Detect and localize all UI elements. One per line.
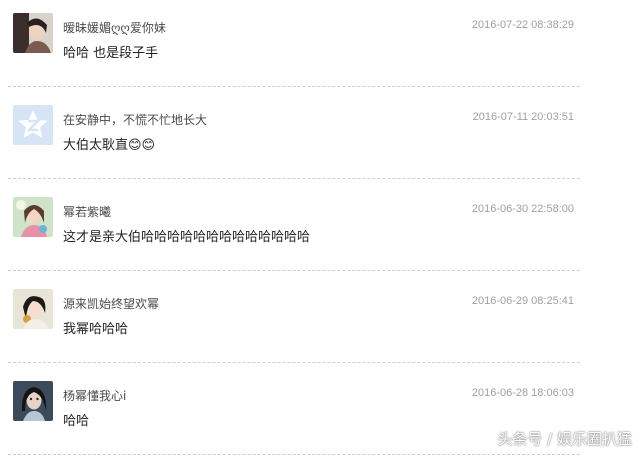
comment-text: 这才是亲大伯哈哈哈哈哈哈哈哈哈哈哈哈哈 bbox=[63, 230, 311, 245]
default-avatar-icon bbox=[13, 105, 53, 145]
watermark-text: 头条号 / 娱乐圈扒猛 bbox=[497, 430, 632, 448]
comment-time: 2016-06-28 18:06:03 bbox=[471, 387, 574, 399]
divider bbox=[8, 270, 580, 271]
comment-text: 哈哈 bbox=[63, 414, 90, 429]
divider bbox=[8, 178, 580, 179]
user-photo-avatar bbox=[13, 289, 53, 329]
comment-item: 暧昧媛媚ღღ爱你妹 2016-07-22 08:38:29 哈哈 也是段子手 bbox=[0, 0, 640, 92]
divider bbox=[8, 86, 580, 87]
avatar[interactable] bbox=[13, 289, 53, 329]
user-photo-avatar bbox=[13, 197, 53, 237]
username[interactable]: 源来凯始终望欢幂 bbox=[63, 295, 159, 312]
comment-text: 哈哈 也是段子手 bbox=[63, 46, 159, 61]
user-photo-avatar bbox=[13, 381, 53, 421]
username[interactable]: 暧昧媛媚ღღ爱你妹 bbox=[63, 19, 166, 36]
avatar[interactable] bbox=[13, 197, 53, 237]
comment-item: 在安静中，不慌不忙地长大 2016-07-11 20:03:51 大伯太耿直😊😊 bbox=[0, 92, 640, 184]
comment-time: 2016-07-11 20:03:51 bbox=[472, 111, 574, 123]
comment-item: 幂若紫曦 2016-06-30 22:58:00 这才是亲大伯哈哈哈哈哈哈哈哈哈… bbox=[0, 184, 640, 276]
comment-time: 2016-07-22 08:38:29 bbox=[471, 19, 574, 31]
avatar[interactable] bbox=[13, 381, 53, 421]
comment-text: 我幂哈哈哈 bbox=[63, 322, 129, 337]
username[interactable]: 在安静中，不慌不忙地长大 bbox=[63, 111, 207, 128]
user-photo-avatar bbox=[13, 13, 53, 53]
divider bbox=[8, 362, 580, 363]
comment-time: 2016-06-29 08:25:41 bbox=[471, 295, 574, 307]
username[interactable]: 杨幂懂我心i bbox=[63, 387, 126, 404]
username[interactable]: 幂若紫曦 bbox=[63, 203, 111, 220]
comment-item: 源来凯始终望欢幂 2016-06-29 08:25:41 我幂哈哈哈 bbox=[0, 276, 640, 368]
avatar[interactable] bbox=[13, 105, 53, 145]
avatar[interactable] bbox=[13, 13, 53, 53]
comment-time: 2016-06-30 22:58:00 bbox=[471, 203, 574, 215]
comment-text: 大伯太耿直😊😊 bbox=[63, 138, 156, 153]
